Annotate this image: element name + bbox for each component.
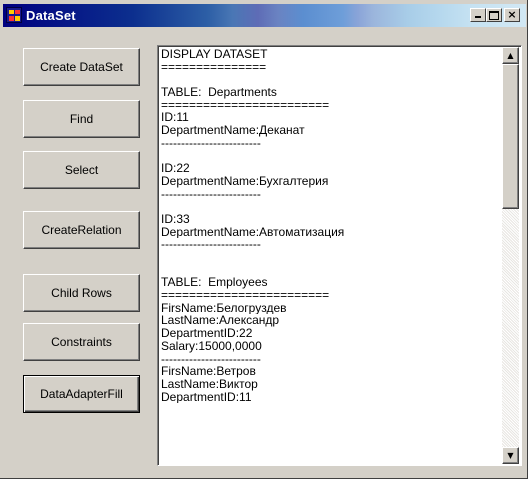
list-item[interactable]: ------------------------- — [161, 137, 499, 150]
list-item[interactable]: DepartmentName:Бухгалтерия — [161, 175, 499, 188]
list-item[interactable]: Salary:15000,0000 — [161, 340, 499, 353]
data-adapter-fill-button[interactable]: DataAdapterFill — [23, 375, 140, 413]
list-item[interactable]: ID:11 — [161, 111, 499, 124]
close-button[interactable]: × — [504, 8, 520, 22]
constraints-button[interactable]: Constraints — [23, 323, 140, 361]
list-item[interactable]: ======================== — [161, 99, 499, 112]
list-item[interactable]: DepartmentID:11 — [161, 391, 499, 404]
list-item[interactable]: ID:33 — [161, 213, 499, 226]
list-item[interactable]: ------------------------- — [161, 238, 499, 251]
vertical-scrollbar[interactable]: ▲ ▼ — [502, 47, 519, 464]
list-item[interactable]: =============== — [161, 61, 499, 74]
maximize-button[interactable] — [486, 8, 502, 22]
maximize-icon — [489, 11, 499, 20]
list-item[interactable]: FirsName:Белогруздев — [161, 302, 499, 315]
list-item[interactable]: DepartmentName:Деканат — [161, 124, 499, 137]
list-item[interactable] — [161, 200, 499, 213]
list-item[interactable] — [161, 264, 499, 277]
minimize-icon — [475, 16, 481, 18]
minimize-button[interactable] — [470, 8, 486, 22]
close-icon: × — [507, 8, 517, 21]
list-item[interactable]: ------------------------- — [161, 353, 499, 366]
arrow-down-icon: ▼ — [507, 451, 514, 460]
select-button[interactable]: Select — [23, 151, 140, 189]
scroll-up-button[interactable]: ▲ — [502, 47, 519, 64]
list-item[interactable]: ID:22 — [161, 162, 499, 175]
list-item[interactable]: DISPLAY DATASET — [161, 48, 499, 61]
window-title: DataSet — [26, 8, 76, 23]
scroll-down-button[interactable]: ▼ — [502, 447, 519, 464]
arrow-up-icon: ▲ — [507, 51, 514, 60]
output-lines: DISPLAY DATASET =============== TABLE: Dep… — [161, 48, 499, 403]
app-window: DataSet × Create DataSet Find Select Cre… — [0, 0, 528, 479]
list-item[interactable]: LastName:Виктор — [161, 378, 499, 391]
list-item[interactable] — [161, 251, 499, 264]
child-rows-button[interactable]: Child Rows — [23, 274, 140, 312]
list-item[interactable]: ======================== — [161, 289, 499, 302]
find-button[interactable]: Find — [23, 100, 140, 138]
list-item[interactable]: LastName:Александр — [161, 314, 499, 327]
list-item[interactable] — [161, 73, 499, 86]
create-relation-button[interactable]: CreateRelation — [23, 211, 140, 249]
list-item[interactable] — [161, 150, 499, 163]
list-item[interactable]: DepartmentName:Автоматизация — [161, 226, 499, 239]
list-item[interactable]: FirsName:Ветров — [161, 365, 499, 378]
list-item[interactable]: TABLE: Departments — [161, 86, 499, 99]
create-dataset-button[interactable]: Create DataSet — [23, 48, 140, 86]
output-listbox[interactable]: DISPLAY DATASET =============== TABLE: Dep… — [157, 45, 522, 466]
scroll-thumb[interactable] — [502, 64, 519, 209]
list-item[interactable]: DepartmentID:22 — [161, 327, 499, 340]
app-icon[interactable] — [6, 7, 22, 23]
list-item[interactable]: ------------------------- — [161, 188, 499, 201]
list-item[interactable]: TABLE: Employees — [161, 276, 499, 289]
title-bar[interactable]: DataSet × — [3, 4, 526, 27]
